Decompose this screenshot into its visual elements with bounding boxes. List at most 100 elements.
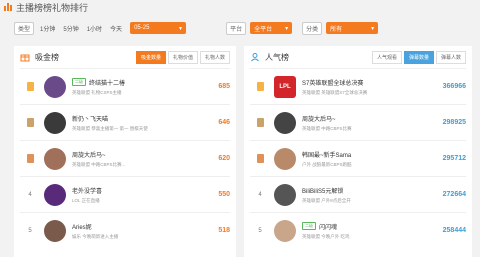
table-row[interactable]: 4 老外没学喜 LOL 正在直播 550 [20, 176, 230, 212]
gold-value: 685 [218, 83, 230, 90]
stream-info: 户外 战狼最新CBPS跑酷 [302, 161, 352, 167]
popularity-value: 366966 [442, 83, 466, 90]
avatar[interactable] [44, 183, 66, 206]
avatar[interactable] [44, 219, 66, 242]
level-badge: 二级 [72, 78, 86, 86]
date-select[interactable]: 05-25 ▾ [130, 22, 187, 34]
table-row[interactable]: LPL S7英雄联盟全球总决赛 英雄联盟 英雄联盟S7全球总决赛 366966 [250, 68, 466, 104]
gold-value: 518 [218, 227, 230, 234]
date-select-value: 05-25 [134, 25, 150, 31]
streamer-name[interactable]: 终结猫十二椿 [89, 78, 125, 87]
tab-popularity-view[interactable]: 人气观看 [371, 50, 402, 64]
popularity-value: 258444 [442, 227, 466, 234]
platform-label: 平台 [226, 21, 247, 35]
chart-bars-icon [4, 3, 12, 11]
gold-value: 620 [218, 155, 230, 162]
streamer-name[interactable]: 新仍丶飞天喵 [72, 114, 108, 123]
popularity-panel-tabs: 人气观看 弹幕数量 弹幕人数 [370, 50, 466, 64]
time-tab-1hour[interactable]: 1小时 [87, 24, 102, 33]
gift-icon [20, 52, 30, 62]
popularity-panel-header: 人气榜 人气观看 弹幕数量 弹幕人数 [250, 46, 466, 68]
stream-info: 娱乐 今晚萌新进入主播 [72, 233, 119, 239]
gold-value: 646 [218, 119, 230, 126]
gold-panel-tabs: 吸金数量 礼物价值 礼物人数 [134, 50, 230, 64]
table-row[interactable]: 5 Aries妮 娱乐 今晚萌新进入主播 518 [20, 212, 230, 248]
avatar[interactable]: LPL [274, 75, 296, 98]
avatar[interactable] [274, 147, 296, 170]
rank-medal-gold [20, 82, 40, 91]
popularity-value: 295712 [442, 155, 466, 162]
popularity-panel-title-text: 人气榜 [265, 52, 289, 62]
stream-info: LOL 正在直播 [72, 197, 100, 203]
tab-gift-people[interactable]: 礼物人数 [199, 50, 230, 64]
gold-panel-title-text: 吸金榜 [35, 52, 59, 62]
gold-panel-header: 吸金榜 吸金数量 礼物价值 礼物人数 [20, 46, 230, 68]
stream-info: 英雄联盟 户外8点后全开 [302, 197, 351, 203]
rank-medal-silver [20, 118, 40, 127]
rank-number: 5 [28, 227, 32, 234]
streamer-name[interactable]: BiliBiliS5元解锁 [302, 186, 343, 195]
filter-bar: 类型 1分钟 5分钟 1小时 今天 05-25 ▾ 平台 全平台 ▾ 分类 所有… [14, 20, 470, 36]
popularity-value: 272664 [442, 191, 466, 198]
avatar[interactable] [274, 111, 296, 134]
table-row[interactable]: 4 BiliBiliS5元解锁 英雄联盟 户外8点后全开 272664 [250, 176, 466, 212]
stream-info: 英雄联盟 礼物CSPS主播 [72, 89, 122, 95]
time-tab-1min[interactable]: 1分钟 [40, 24, 55, 33]
table-row[interactable]: 韩国最~新手Sama 户外 战狼最新CBPS跑酷 295712 [250, 140, 466, 176]
rank-medal-bronze [20, 154, 40, 163]
streamer-name[interactable]: 韩国最~新手Sama [302, 150, 351, 159]
stream-info: 英雄联盟 今晚户外 吃鸡 [302, 233, 350, 239]
rank-medal-silver [250, 118, 270, 127]
person-icon [250, 52, 260, 62]
table-row[interactable]: 二级 终结猫十二椿 英雄联盟 礼物CSPS主播 685 [20, 68, 230, 104]
gold-value: 550 [218, 191, 230, 198]
category-select[interactable]: 所有 ▾ [326, 22, 379, 34]
stream-info: 英雄联盟 中路CBPS比赛... [72, 161, 126, 167]
category-select-value: 所有 [330, 26, 343, 33]
level-badge: 二级 [302, 222, 316, 230]
table-row[interactable]: 新仍丶飞天喵 英雄联盟 恭喜主播第一 第一 围棋天使 646 [20, 104, 230, 140]
rank-number: 4 [258, 191, 262, 198]
platform-select-value: 全平台 [254, 26, 273, 33]
chevron-down-icon: ▾ [179, 25, 183, 32]
table-row[interactable]: 周旋大后马~ 英雄联盟 中路CBPS比赛 298925 [250, 104, 466, 140]
gold-ranking-panel: 吸金榜 吸金数量 礼物价值 礼物人数 二级 终结猫十二椿 英雄联盟 礼物CSPS主… [14, 46, 236, 257]
type-chip[interactable]: 类型 [14, 21, 35, 35]
platform-select[interactable]: 全平台 ▾ [250, 22, 293, 34]
streamer-name[interactable]: 周旋大后马~ [302, 114, 336, 123]
popularity-value: 298925 [442, 119, 466, 126]
tab-danmaku-people[interactable]: 弹幕人数 [435, 50, 466, 64]
stream-info: 英雄联盟 英雄联盟S7全球总决赛 [302, 89, 368, 95]
category-label: 分类 [302, 21, 323, 35]
table-row[interactable]: 5 二级 闪闪魂 英雄联盟 今晚户外 吃鸡 258444 [250, 212, 466, 248]
avatar[interactable] [274, 219, 296, 242]
rank-number: 4 [28, 191, 32, 198]
time-tab-today[interactable]: 今天 [110, 24, 122, 33]
popularity-panel-title: 人气榜 [250, 52, 289, 63]
tab-gift-value[interactable]: 礼物价值 [167, 50, 198, 64]
tab-gold-amount[interactable]: 吸金数量 [135, 50, 166, 64]
streamer-name[interactable]: 周旋大后马~ [72, 150, 106, 159]
time-tab-5min[interactable]: 5分钟 [63, 24, 78, 33]
table-row[interactable]: 周旋大后马~ 英雄联盟 中路CBPS比赛... 620 [20, 140, 230, 176]
stream-info: 英雄联盟 中路CBPS比赛 [302, 125, 352, 131]
avatar[interactable] [44, 75, 66, 98]
avatar[interactable] [44, 111, 66, 134]
chevron-down-icon: ▾ [285, 25, 289, 32]
stream-info: 英雄联盟 恭喜主播第一 第一 围棋天使 [72, 125, 148, 131]
gold-panel-title: 吸金榜 [20, 52, 59, 63]
popularity-ranking-panel: 人气榜 人气观看 弹幕数量 弹幕人数 LPL S7英雄联盟全球总决赛 英雄联盟 … [244, 46, 472, 257]
avatar[interactable] [44, 147, 66, 170]
streamer-name[interactable]: Aries妮 [72, 222, 92, 231]
tab-danmaku-count[interactable]: 弹幕数量 [403, 50, 434, 64]
page-header: 主播榜榜礼物排行 [0, 0, 480, 14]
streamer-name[interactable]: S7英雄联盟全球总决赛 [302, 78, 363, 87]
streamer-name[interactable]: 闪闪魂 [319, 222, 337, 231]
chevron-down-icon: ▾ [371, 25, 375, 32]
rank-medal-gold [250, 82, 270, 91]
rank-number: 5 [258, 227, 262, 234]
page-title: 主播榜榜礼物排行 [16, 2, 89, 13]
rank-medal-bronze [250, 154, 270, 163]
avatar[interactable] [274, 183, 296, 206]
streamer-name[interactable]: 老外没学喜 [72, 186, 102, 195]
